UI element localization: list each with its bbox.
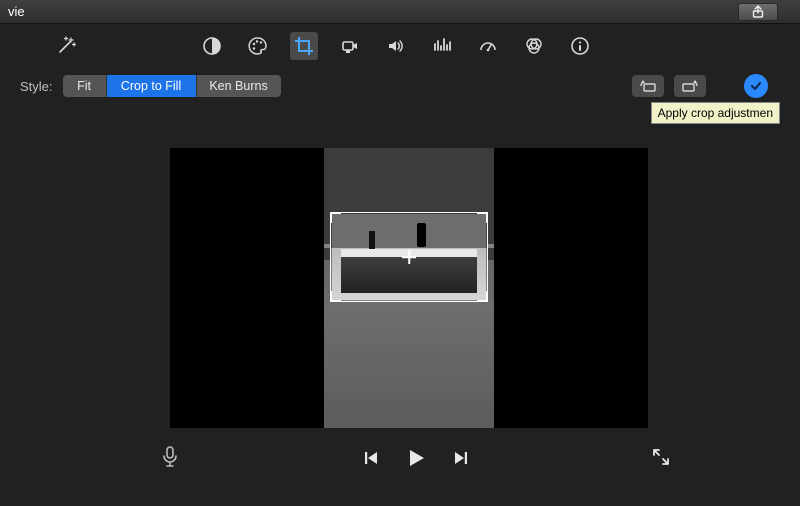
crop-handle-bl[interactable] xyxy=(330,291,341,302)
style-option-ken-burns[interactable]: Ken Burns xyxy=(197,75,281,97)
crop-rectangle[interactable] xyxy=(330,212,488,302)
color-filter-button[interactable] xyxy=(520,32,548,60)
crop-button[interactable] xyxy=(290,32,318,60)
share-button[interactable] xyxy=(738,3,778,21)
menubar: vie xyxy=(0,0,800,24)
magic-wand-icon xyxy=(56,34,78,56)
stabilization-button[interactable] xyxy=(336,32,364,60)
videocam-icon xyxy=(340,36,360,56)
crop-icon xyxy=(294,36,314,56)
share-icon xyxy=(751,5,765,19)
skip-forward-icon xyxy=(453,450,469,466)
preview-viewer xyxy=(170,148,648,428)
fullscreen-button[interactable] xyxy=(652,448,670,469)
crop-handle-br[interactable] xyxy=(477,291,488,302)
adjust-toolbar xyxy=(0,24,800,68)
color-balance-button[interactable] xyxy=(198,32,226,60)
app-title: vie xyxy=(8,4,25,19)
info-icon xyxy=(570,36,590,56)
style-segmented-control: Fit Crop to Fill Ken Burns xyxy=(63,75,281,97)
speedometer-icon xyxy=(478,36,498,56)
play-icon xyxy=(405,447,427,469)
rotate-cw-icon xyxy=(680,79,700,93)
magic-wand-button[interactable] xyxy=(56,34,78,59)
rotate-ccw-icon xyxy=(638,79,658,93)
color-balance-icon xyxy=(202,36,222,56)
microphone-icon xyxy=(160,445,180,469)
crop-handle-tr[interactable] xyxy=(477,212,488,223)
crop-options-bar: Style: Fit Crop to Fill Ken Burns xyxy=(0,68,800,104)
rotate-ccw-button[interactable] xyxy=(632,75,664,97)
style-option-fit[interactable]: Fit xyxy=(63,75,107,97)
expand-icon xyxy=(652,448,670,466)
volume-icon xyxy=(386,36,406,56)
next-frame-button[interactable] xyxy=(453,450,469,466)
equalizer-icon xyxy=(432,36,452,56)
skip-back-icon xyxy=(363,450,379,466)
style-option-crop-to-fill[interactable]: Crop to Fill xyxy=(107,75,197,97)
prev-frame-button[interactable] xyxy=(363,450,379,466)
apply-crop-button[interactable] xyxy=(744,74,768,98)
playback-bar xyxy=(100,440,700,476)
noise-reduction-button[interactable] xyxy=(428,32,456,60)
apply-crop-tooltip: Apply crop adjustmen xyxy=(651,102,780,124)
color-correction-button[interactable] xyxy=(244,32,272,60)
volume-button[interactable] xyxy=(382,32,410,60)
speed-button[interactable] xyxy=(474,32,502,60)
crop-handle-tl[interactable] xyxy=(330,212,341,223)
style-label: Style: xyxy=(20,79,53,94)
checkmark-icon xyxy=(749,79,763,93)
color-filter-icon xyxy=(524,36,544,56)
play-button[interactable] xyxy=(405,447,427,469)
info-button[interactable] xyxy=(566,32,594,60)
voiceover-button[interactable] xyxy=(160,445,180,472)
crop-center-crosshair xyxy=(402,250,416,264)
rotate-cw-button[interactable] xyxy=(674,75,706,97)
color-palette-icon xyxy=(248,36,268,56)
